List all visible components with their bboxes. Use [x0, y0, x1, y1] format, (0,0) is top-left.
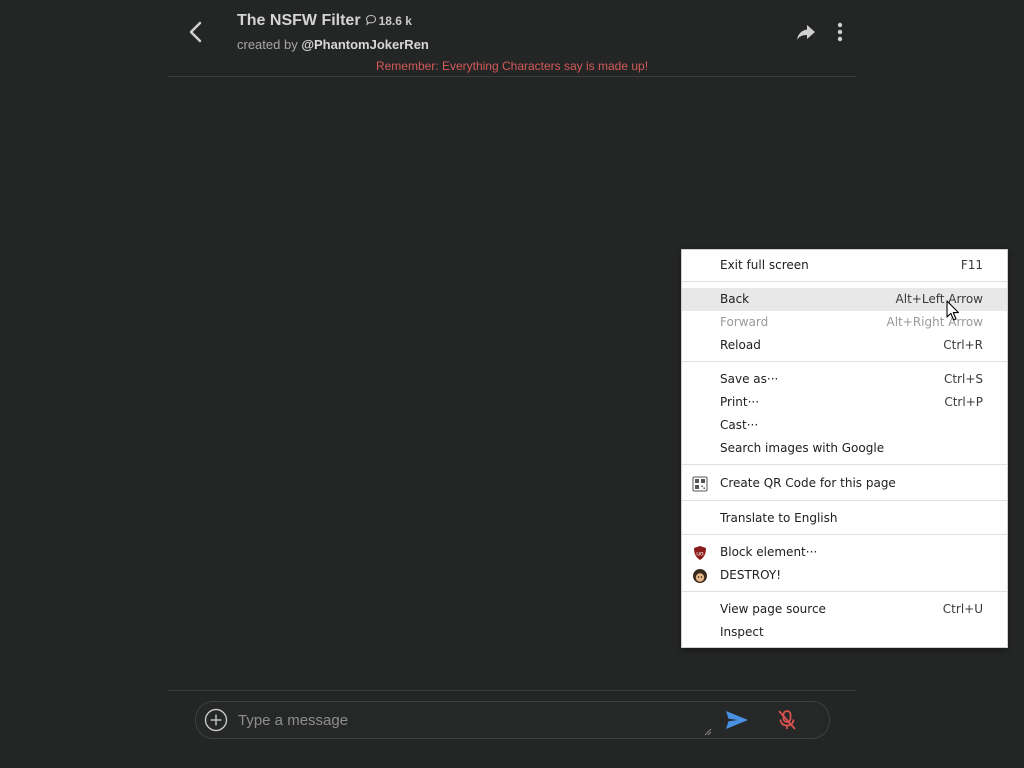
menu-separator [682, 464, 1007, 465]
ublock-icon: uo [694, 546, 706, 560]
add-circle-icon[interactable] [204, 708, 228, 732]
menu-separator [682, 361, 1007, 362]
interaction-count: 18.6 k [378, 14, 412, 28]
menu-item-shortcut: Alt+Right Arrow [886, 315, 983, 329]
menu-separator [682, 500, 1007, 501]
menu-item-label: Translate to English [720, 511, 838, 525]
menu-item-shortcut: Ctrl+U [942, 602, 983, 616]
menu-item-label: Print··· [720, 395, 760, 409]
menu-item-inspect[interactable]: Inspect [682, 621, 1007, 644]
menu-item-label: Block element··· [720, 545, 818, 559]
avatar-icon [693, 569, 707, 583]
menu-item-label: Reload [720, 338, 761, 352]
menu-item-label: Exit full screen [720, 258, 809, 272]
menu-item-label: Inspect [720, 625, 764, 639]
menu-item-save-as[interactable]: Save as··· Ctrl+S [682, 368, 1007, 391]
menu-item-label: Save as··· [720, 372, 779, 386]
svg-text:uo: uo [696, 551, 704, 558]
menu-item-label: Back [720, 292, 750, 306]
menu-item-label: DESTROY! [720, 568, 782, 582]
menu-item-translate[interactable]: Translate to English [682, 507, 1007, 530]
message-input[interactable] [238, 702, 708, 738]
menu-item-shortcut: Ctrl+S [943, 372, 983, 386]
menu-separator [682, 534, 1007, 535]
creator-prefix: created by [237, 37, 302, 52]
creator-line: created by @PhantomJokerRen [237, 37, 429, 52]
menu-item-block-element[interactable]: uo Block element··· [682, 541, 1007, 564]
menu-item-label: View page source [720, 602, 826, 616]
menu-item-shortcut: Ctrl+P [944, 395, 983, 409]
menu-item-reload[interactable]: Reload Ctrl+R [682, 334, 1007, 357]
message-composer [195, 701, 830, 739]
qr-code-icon [692, 476, 708, 492]
disclaimer-text: Remember: Everything Characters say is m… [375, 59, 649, 73]
send-icon[interactable] [724, 708, 750, 732]
browser-context-menu: Exit full screen F11 Back Alt+Left Arrow… [681, 249, 1008, 648]
menu-item-create-qr-code[interactable]: Create QR Code for this page [682, 472, 1007, 495]
menu-item-exit-full-screen[interactable]: Exit full screen F11 [682, 254, 1007, 277]
menu-item-cast[interactable]: Cast··· [682, 414, 1007, 437]
creator-handle[interactable]: @PhantomJokerRen [301, 37, 429, 52]
character-title: The NSFW Filter [237, 12, 361, 29]
title-row: The NSFW Filter 18.6 k [237, 12, 412, 30]
resize-grip-icon[interactable] [704, 728, 712, 736]
mic-off-icon[interactable] [776, 708, 798, 732]
chat-header: The NSFW Filter 18.6 k created by @Phant… [168, 0, 856, 77]
menu-item-shortcut: Alt+Left Arrow [895, 292, 983, 306]
back-arrow-icon[interactable] [182, 18, 210, 46]
menu-item-search-images[interactable]: Search images with Google [682, 437, 1007, 460]
menu-item-view-source[interactable]: View page source Ctrl+U [682, 598, 1007, 621]
share-icon[interactable] [794, 20, 818, 44]
menu-item-print[interactable]: Print··· Ctrl+P [682, 391, 1007, 414]
menu-item-back[interactable]: Back Alt+Left Arrow [682, 288, 1007, 311]
composer-divider [168, 690, 856, 691]
menu-item-destroy[interactable]: DESTROY! [682, 564, 1007, 587]
menu-separator [682, 281, 1007, 282]
menu-item-label: Forward [720, 315, 769, 329]
menu-item-label: Cast··· [720, 418, 759, 432]
menu-item-shortcut: F11 [960, 258, 983, 272]
menu-item-shortcut: Ctrl+R [943, 338, 983, 352]
more-vertical-icon[interactable] [830, 20, 850, 44]
menu-item-label: Search images with Google [720, 441, 885, 455]
menu-item-forward[interactable]: Forward Alt+Right Arrow [682, 311, 1007, 334]
chat-bubble-icon [365, 14, 376, 26]
menu-item-label: Create QR Code for this page [720, 476, 896, 490]
menu-separator [682, 591, 1007, 592]
